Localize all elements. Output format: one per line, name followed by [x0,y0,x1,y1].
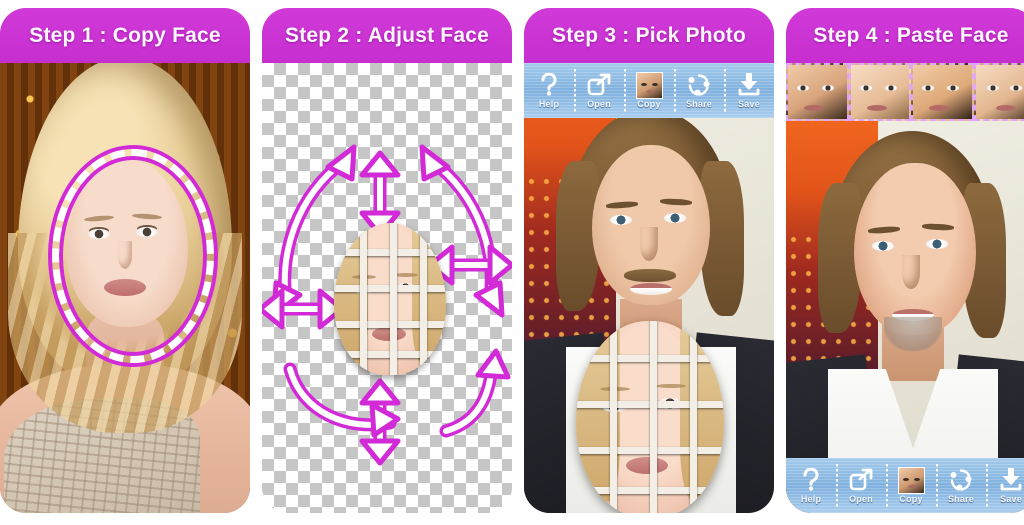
swapped-result-portrait [786,131,1024,513]
toolbar-label-help-4: Help [800,494,822,504]
question-mark-icon [801,467,821,493]
toolbar-label-save-4: Save [1000,494,1022,504]
toolbar-label-open: Open [587,99,611,109]
result-goatee [884,317,942,351]
toolbar-button-share-4[interactable]: Share [936,458,986,513]
toolbar-step-4: Help Open Copy Share Save [786,458,1024,513]
toolbar-button-help[interactable]: Help [524,63,574,118]
toolbar-label-help: Help [538,99,560,109]
face-strip [786,63,1024,121]
toolbar-label-save: Save [738,99,760,109]
toolbar-label-open-4: Open [849,494,873,504]
panel-step-3-body [524,63,774,513]
screenshot-stage: Step 1 : Copy Face Step 2 : Adjust Face [0,0,1024,525]
panel-step-2-header: Step 2 : Adjust Face [262,8,512,63]
pasted-face-preview[interactable] [576,321,724,513]
man-eye-left [610,215,632,225]
panel-step-1-header: Step 1 : Copy Face [0,8,250,63]
cutout-face-with-mesh[interactable] [334,223,446,375]
toolbar-button-copy[interactable]: Copy [624,63,674,118]
result-eye-right [926,239,948,249]
toolbar-button-open[interactable]: Open [574,63,624,118]
toolbar-button-save[interactable]: Save [724,63,774,118]
toolbar-button-open-4[interactable]: Open [836,458,886,513]
toolbar-button-save-4[interactable]: Save [986,458,1024,513]
toolbar-label-copy-4: Copy [899,494,923,504]
man-mouth [630,283,672,295]
toolbar-button-copy-4[interactable]: Copy [886,458,936,513]
panel-step-4-body [786,121,1024,513]
mesh-grid-overlay[interactable] [334,223,446,375]
panel-step-3-header: Step 3 : Pick Photo [524,8,774,63]
panel-step-2-title: Step 2 : Adjust Face [285,23,489,47]
open-external-icon [587,72,611,98]
share-nodes-icon [687,72,711,98]
copied-face-thumbnail-4 [897,466,925,494]
open-external-icon [849,467,873,493]
toolbar-button-help-4[interactable]: Help [786,458,836,513]
toolbar-label-copy: Copy [637,99,661,109]
face-strip-thumb-3[interactable] [911,63,974,121]
panel-step-1-body [0,63,250,513]
toolbar-label-share-4: Share [947,494,974,504]
download-arrow-icon [737,72,761,98]
question-mark-icon [539,72,559,98]
face-thumbnail-icon [897,466,925,494]
copied-face-thumbnail [635,71,663,99]
toolbar-step-3: Help Open Copy Share Save [524,63,774,118]
panel-step-2-body [262,63,512,513]
toolbar-button-share[interactable]: Share [674,63,724,118]
result-nose [902,255,920,289]
panel-step-3: Step 3 : Pick Photo Help Open Copy Share… [524,8,774,513]
face-strip-thumb-4[interactable] [973,63,1024,121]
panel-step-4: Step 4 : Paste Face Help Open Copy Share… [786,8,1024,513]
face-selection-oval[interactable] [52,149,214,363]
panel-step-2: Step 2 : Adjust Face [262,8,512,513]
panel-step-3-title: Step 3 : Pick Photo [552,23,746,47]
panel-step-4-header: Step 4 : Paste Face [786,8,1024,63]
share-nodes-icon [949,467,973,493]
man-moustache [624,269,676,282]
result-eye-left [872,241,894,251]
download-arrow-icon [999,467,1023,493]
panel-step-4-title: Step 4 : Paste Face [813,23,1009,47]
man-nose [640,227,658,261]
face-thumbnail-icon [635,71,663,99]
pasted-mesh-grid-overlay[interactable] [576,321,724,513]
panel-step-1: Step 1 : Copy Face [0,8,250,513]
toolbar-label-share: Share [685,99,712,109]
face-strip-thumb-2[interactable] [848,63,911,121]
face-strip-thumb-1[interactable] [786,63,849,121]
panel-step-1-title: Step 1 : Copy Face [29,23,221,47]
man-eye-right [664,213,686,223]
